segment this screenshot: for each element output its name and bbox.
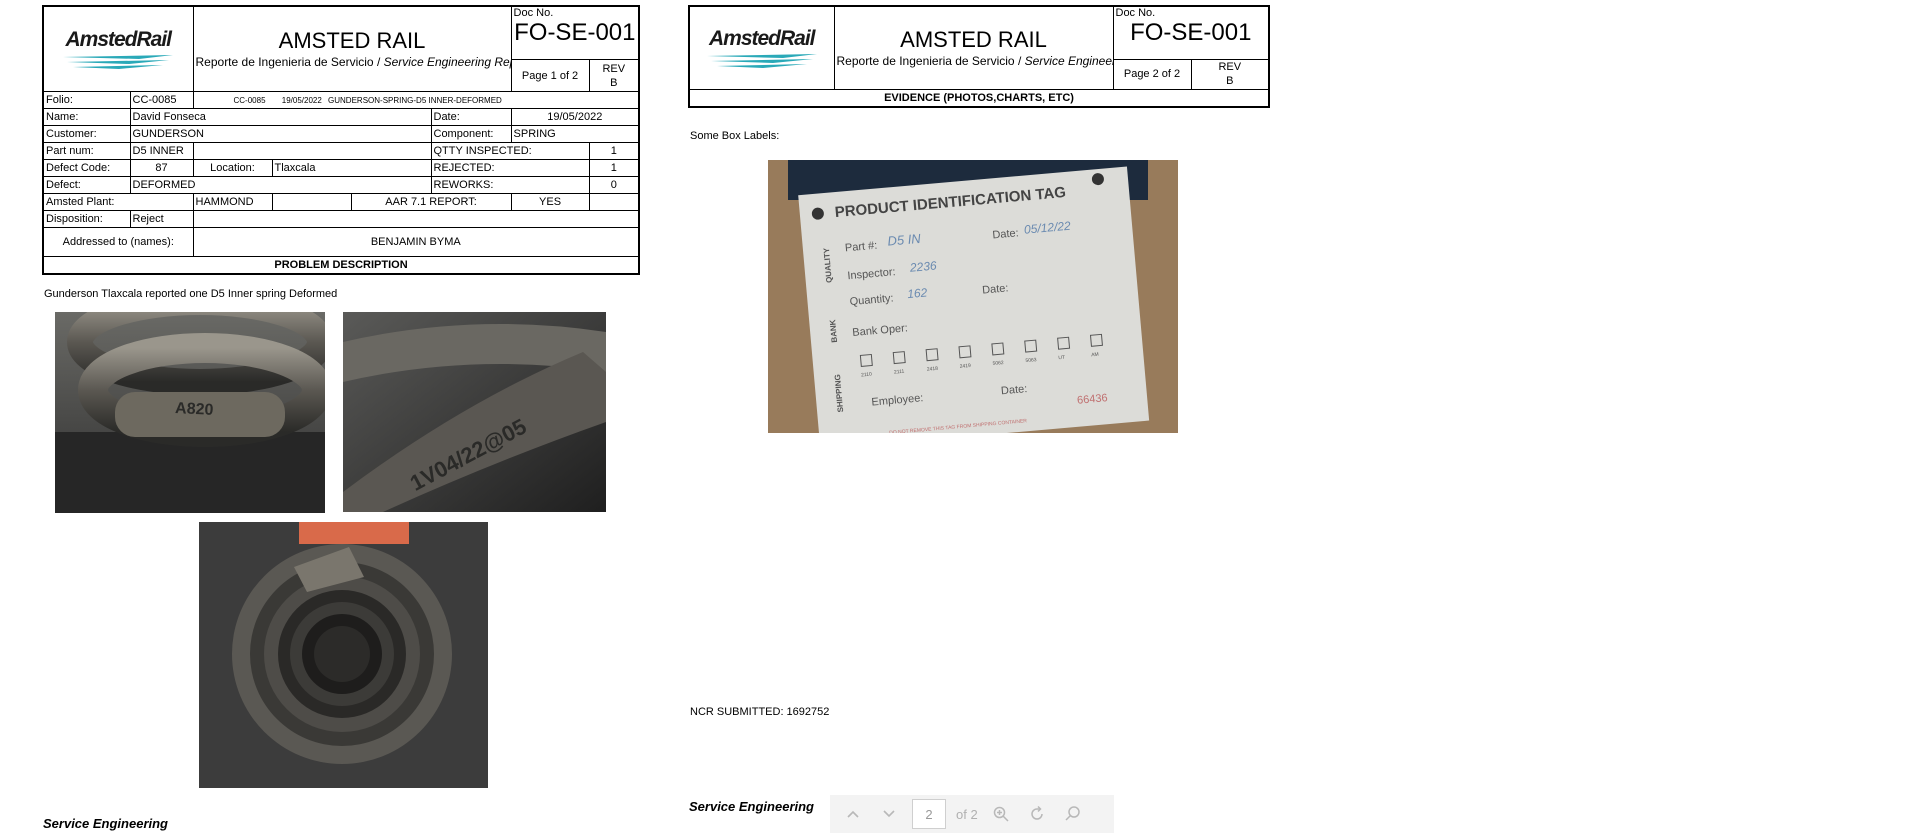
qtty-value: 1 bbox=[588, 142, 640, 160]
reworks-label: REWORKS: bbox=[430, 176, 590, 194]
evidence-heading: EVIDENCE (PHOTOS,CHARTS, ETC) bbox=[688, 89, 1270, 108]
page-number-2: Page 2 of 2 bbox=[1112, 58, 1192, 91]
photo-spring-top-view bbox=[199, 522, 488, 788]
location-value: Tlaxcala bbox=[271, 159, 432, 177]
footer-service-engineering-page-1: Service Engineering bbox=[43, 816, 168, 831]
problem-description-text: Gunderson Tlaxcala reported one D5 Inner… bbox=[44, 288, 338, 300]
defect-code-label: Defect Code: bbox=[42, 159, 131, 177]
revision-cell: REV B bbox=[588, 59, 640, 92]
folio-summary: CC-0085 19/05/2022 GUNDERSON-SPRING-D5 I… bbox=[192, 91, 640, 109]
amsted-rail-logo: AmstedRail bbox=[59, 28, 177, 71]
page-number-input[interactable] bbox=[912, 799, 946, 829]
amsted-rail-logo-2: AmstedRail bbox=[703, 27, 821, 70]
qtty-label: QTTY INSPECTED: bbox=[430, 142, 590, 160]
rejected-value: 1 bbox=[588, 159, 640, 177]
report-page-2: AmstedRail AMSTED RAIL Reporte de Ingeni… bbox=[688, 5, 1270, 108]
chevron-up-icon bbox=[847, 810, 859, 818]
defect-label: Defect: bbox=[42, 176, 131, 194]
folio-value: CC-0085 bbox=[129, 91, 194, 109]
tag-box-code: 2418 bbox=[927, 366, 939, 373]
tag-box-code: 5062 bbox=[992, 360, 1004, 367]
reworks-value: 0 bbox=[588, 176, 640, 194]
date-label: Date: bbox=[430, 108, 512, 126]
photo-spring-date-stamp: 1V04/22@05 bbox=[343, 312, 606, 512]
date-value: 19/05/2022 bbox=[510, 108, 640, 126]
folio-label: Folio: bbox=[42, 91, 131, 109]
customer-label: Customer: bbox=[42, 125, 131, 143]
component-value: SPRING bbox=[510, 125, 640, 143]
ncr-submitted-text: NCR SUBMITTED: 1692752 bbox=[690, 706, 830, 718]
location-label: Location: bbox=[192, 159, 273, 177]
company-title: AMSTED RAIL bbox=[278, 27, 426, 53]
part-label: Part num: bbox=[42, 142, 131, 160]
svg-text:2236: 2236 bbox=[908, 258, 937, 274]
report-header-table: AmstedRail AMSTED RAIL Reporte de Ingeni… bbox=[42, 5, 641, 275]
photo-product-identification-tag: PRODUCT IDENTIFICATION TAG QUALITY BANK … bbox=[768, 160, 1178, 433]
logo-cell-2: AmstedRail bbox=[688, 5, 835, 90]
plant-value: HAMMOND bbox=[192, 193, 273, 211]
addressed-label: Addressed to (names): bbox=[42, 227, 194, 257]
previous-page-button[interactable] bbox=[840, 801, 866, 827]
zoom-in-button[interactable] bbox=[988, 801, 1014, 827]
tag-box-code: AM bbox=[1091, 352, 1099, 359]
rotate-button[interactable] bbox=[1024, 801, 1050, 827]
tag-box-code: 5063 bbox=[1025, 357, 1037, 364]
subtitle-spanish: Reporte de Ingenieria de Servicio / bbox=[195, 54, 384, 69]
part-value: D5 INNER bbox=[129, 142, 194, 160]
revision-cell-2: REV B bbox=[1190, 58, 1270, 91]
chevron-down-icon bbox=[883, 810, 895, 818]
search-button[interactable] bbox=[1060, 801, 1086, 827]
doc-no-label: Doc No. bbox=[513, 7, 554, 19]
tag-box-code: 2419 bbox=[959, 363, 971, 370]
next-page-button[interactable] bbox=[876, 801, 902, 827]
component-label: Component: bbox=[430, 125, 512, 143]
tag-box-code: 2110 bbox=[861, 372, 872, 379]
plant-label: Amsted Plant: bbox=[42, 193, 194, 211]
disposition-value: Reject bbox=[129, 210, 194, 228]
subtitle-english: Service Engineering Report bbox=[383, 54, 510, 69]
box-labels-caption: Some Box Labels: bbox=[690, 130, 780, 142]
defect-code-value: 87 bbox=[129, 159, 194, 177]
name-label: Name: bbox=[42, 108, 131, 126]
photo-stamp-text: A820 bbox=[175, 400, 214, 419]
problem-description-heading: PROBLEM DESCRIPTION bbox=[42, 256, 640, 275]
doc-no: FO-SE-001 bbox=[514, 19, 636, 46]
tag-box-code: 2111 bbox=[894, 369, 905, 376]
svg-text:162: 162 bbox=[907, 285, 928, 301]
rejected-label: REJECTED: bbox=[430, 159, 590, 177]
footer-service-engineering-page-2: Service Engineering bbox=[689, 799, 814, 814]
report-title-cell: AMSTED RAIL Reporte de Ingenieria de Ser… bbox=[192, 5, 512, 92]
customer-value: GUNDERSON bbox=[129, 125, 432, 143]
svg-text:Date:: Date: bbox=[992, 227, 1019, 241]
search-icon bbox=[1065, 806, 1080, 821]
rotate-icon bbox=[1030, 805, 1043, 820]
disposition-label: Disposition: bbox=[42, 210, 131, 228]
svg-text:Date:: Date: bbox=[982, 282, 1009, 296]
svg-text:D5 IN: D5 IN bbox=[887, 231, 922, 249]
pdf-viewer-toolbar: of 2 bbox=[830, 795, 1114, 833]
logo-cell: AmstedRail bbox=[42, 5, 194, 92]
report-header-table-2: AmstedRail AMSTED RAIL Reporte de Ingeni… bbox=[688, 5, 1270, 108]
page-count-label: of 2 bbox=[956, 806, 978, 822]
aar-label: AAR 7.1 REPORT: bbox=[351, 193, 512, 211]
page-number: Page 1 of 2 bbox=[510, 59, 590, 92]
doc-no-cell: Doc No. FO-SE-001 bbox=[510, 5, 640, 60]
report-page-1: AmstedRail AMSTED RAIL Reporte de Ingeni… bbox=[42, 5, 641, 300]
name-value: David Fonseca bbox=[129, 108, 432, 126]
defect-value: DEFORMED bbox=[129, 176, 432, 194]
aar-value: YES bbox=[510, 193, 590, 211]
tag-box-code: UT bbox=[1058, 355, 1065, 362]
addressed-value: BENJAMIN BYMA bbox=[192, 227, 640, 257]
report-title-cell-2: AMSTED RAIL Reporte de Ingenieria de Ser… bbox=[833, 5, 1114, 90]
zoom-in-icon bbox=[993, 806, 1009, 822]
svg-text:Date:: Date: bbox=[1001, 383, 1028, 397]
photo-spring-stamp-a820: A820 bbox=[55, 312, 325, 513]
doc-no-cell-2: Doc No. FO-SE-001 bbox=[1112, 5, 1270, 60]
